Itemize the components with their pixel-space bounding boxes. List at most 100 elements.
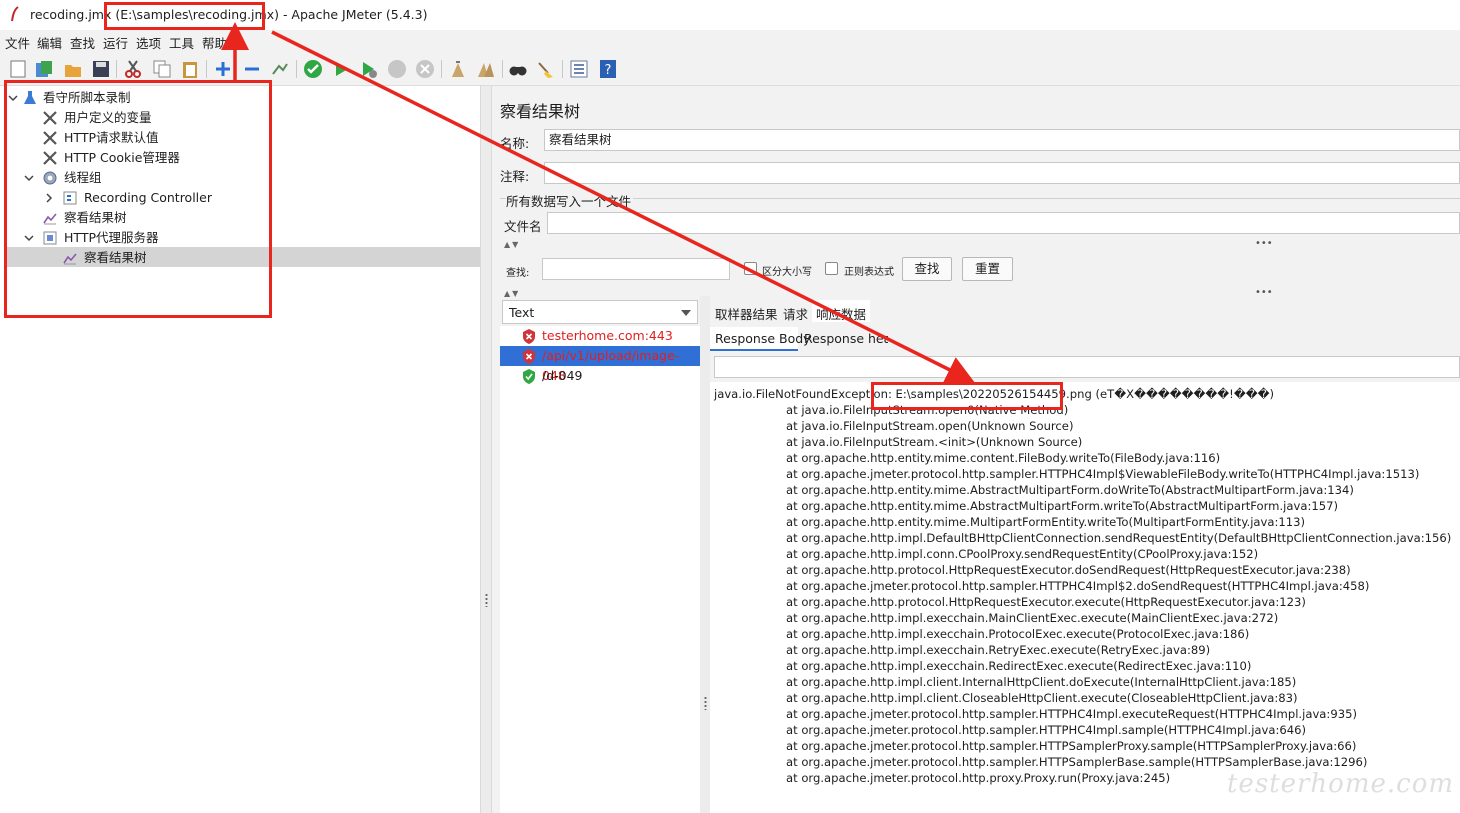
- renderer-select[interactable]: Text: [502, 300, 698, 324]
- tree-node-http-defaults[interactable]: HTTP请求默认值: [6, 128, 306, 148]
- view-results-tree-panel: 察看结果树 名称: 察看结果树 注释: 所有数据写入一个文件 文件名 ▲▼ ••…: [492, 86, 1460, 813]
- regex-label: 正则表达式: [844, 267, 894, 278]
- main-splitter[interactable]: [480, 86, 492, 813]
- regex-checkbox[interactable]: [825, 262, 838, 275]
- reset-search-icon[interactable]: [536, 59, 556, 79]
- tree-node-view-results-tree[interactable]: 察看结果树: [6, 208, 306, 228]
- tab-response-headers[interactable]: Response headers: [804, 331, 888, 346]
- filename-input[interactable]: [547, 212, 1460, 234]
- toolbar-separator: [206, 60, 207, 78]
- menu-tools[interactable]: 工具: [169, 33, 194, 52]
- function-helper-icon[interactable]: [569, 59, 589, 79]
- tab-response-body[interactable]: Response Body: [715, 331, 811, 346]
- paste-icon[interactable]: [180, 59, 200, 79]
- result-item[interactable]: /d-049: [500, 366, 700, 386]
- drag-handle-icon[interactable]: •••: [1255, 287, 1273, 298]
- find-button[interactable]: 查找: [902, 257, 952, 281]
- stack-line: at org.apache.http.entity.mime.content.F…: [786, 451, 1221, 465]
- response-search-input[interactable]: [714, 356, 1460, 378]
- splitter-grip[interactable]: [485, 593, 488, 607]
- menu-options[interactable]: 选项: [136, 33, 161, 52]
- menu-help[interactable]: 帮助: [202, 33, 227, 52]
- chevron-right-icon[interactable]: [44, 193, 54, 203]
- menu-file[interactable]: 文件: [5, 33, 30, 52]
- save-icon[interactable]: [91, 59, 111, 79]
- collapse-arrows-icon[interactable]: ▲▼: [504, 289, 520, 298]
- exception-suffix: (eT�X��������!���): [1091, 387, 1275, 401]
- page-title: 察看结果树: [500, 102, 581, 121]
- shutdown-icon[interactable]: [415, 59, 435, 79]
- name-input[interactable]: 察看结果树: [544, 129, 1460, 151]
- collapse-icon[interactable]: [242, 59, 262, 79]
- toolbar-separator: [502, 60, 503, 78]
- splitter-grip[interactable]: [704, 696, 707, 710]
- tree-node-recording-controller[interactable]: Recording Controller: [6, 188, 306, 208]
- menu-search[interactable]: 查找: [70, 33, 95, 52]
- start-no-timers-icon[interactable]: [359, 59, 379, 79]
- toolbar-separator: [116, 60, 117, 78]
- thread-group-icon: [43, 171, 57, 185]
- help-icon[interactable]: ?: [598, 59, 618, 79]
- stack-line: at java.io.FileInputStream.<init>(Unknow…: [786, 435, 1083, 449]
- tab-response-data[interactable]: 响应数据: [816, 304, 866, 323]
- comment-input[interactable]: [544, 162, 1460, 184]
- start-no-pause-icon[interactable]: [331, 59, 351, 79]
- tree-node-user-variables[interactable]: 用户定义的变量: [6, 108, 306, 128]
- menu-edit[interactable]: 编辑: [37, 33, 62, 52]
- toolbar-separator: [441, 60, 442, 78]
- copy-icon[interactable]: [152, 59, 172, 79]
- start-icon[interactable]: [303, 59, 323, 79]
- tree-node-thread-group[interactable]: 线程组: [6, 168, 306, 188]
- collapse-arrows-icon[interactable]: ▲▼: [504, 240, 520, 249]
- tree-node-view-results-tree-selected[interactable]: 察看结果树: [6, 248, 306, 268]
- stack-line: at org.apache.jmeter.protocol.http.sampl…: [786, 755, 1368, 769]
- stack-line: at org.apache.jmeter.protocol.http.sampl…: [786, 579, 1370, 593]
- chevron-down-icon[interactable]: [8, 93, 18, 103]
- stack-line: at java.io.FileInputStream.open0(Native …: [786, 403, 1069, 417]
- tree-node-label: 用户定义的变量: [64, 110, 152, 125]
- chevron-down-icon[interactable]: [24, 173, 34, 183]
- stack-line: at org.apache.http.impl.DefaultBHttpClie…: [786, 531, 1452, 545]
- filename-label: 文件名: [504, 219, 542, 234]
- stack-line: at org.apache.jmeter.protocol.http.sampl…: [786, 723, 1307, 737]
- tree-node-http-proxy[interactable]: HTTP代理服务器: [6, 228, 306, 248]
- tree-node-test-plan[interactable]: 看守所脚本录制: [6, 88, 306, 108]
- search-icon[interactable]: [508, 59, 528, 79]
- tree-node-label: HTTP请求默认值: [64, 130, 159, 145]
- stop-icon[interactable]: [387, 59, 407, 79]
- window-title-file: recoding.jmx: [30, 7, 112, 22]
- expand-icon[interactable]: [213, 59, 233, 79]
- toolbar-separator: [296, 60, 297, 78]
- stack-line: at org.apache.jmeter.protocol.http.sampl…: [786, 707, 1357, 721]
- search-input[interactable]: [542, 258, 730, 280]
- window-title-app: - Apache JMeter (5.4.3): [282, 7, 428, 22]
- reset-button[interactable]: 重置: [962, 257, 1013, 281]
- tab-sampler-result[interactable]: 取样器结果: [715, 304, 778, 323]
- tab-response-headers-clip: Response headers: [800, 327, 888, 351]
- results-splitter[interactable]: [700, 296, 710, 813]
- open-icon[interactable]: [63, 59, 83, 79]
- result-item[interactable]: testerhome.com:443: [500, 326, 700, 346]
- cut-icon[interactable]: [123, 59, 143, 79]
- chevron-down-icon[interactable]: [24, 233, 34, 243]
- toggle-icon[interactable]: [270, 59, 290, 79]
- exception-prefix: java.io.FileNotFoundException:: [714, 387, 896, 401]
- result-item-selected[interactable]: /api/v1/upload/image-048: [500, 346, 700, 383]
- tab-request[interactable]: 请求: [783, 304, 808, 323]
- sample-results-list: testerhome.com:443 /api/v1/upload/image-…: [500, 326, 700, 813]
- error-shield-icon: [523, 329, 535, 344]
- tree-node-label: HTTP代理服务器: [64, 230, 159, 245]
- result-item-label: testerhome.com:443: [542, 328, 673, 343]
- drag-handle-icon[interactable]: •••: [1255, 238, 1273, 249]
- clear-icon[interactable]: [448, 59, 468, 79]
- menu-run[interactable]: 运行: [103, 33, 128, 52]
- toolbar-separator: [562, 60, 563, 78]
- stack-line: at org.apache.http.impl.client.InternalH…: [786, 675, 1297, 689]
- tree-node-cookie-manager[interactable]: HTTP Cookie管理器: [6, 148, 306, 168]
- new-icon[interactable]: [8, 59, 28, 79]
- templates-icon[interactable]: [34, 59, 54, 79]
- success-shield-icon: [523, 369, 535, 384]
- clear-all-icon[interactable]: [476, 59, 496, 79]
- stack-line: at org.apache.http.impl.execchain.Redire…: [786, 659, 1252, 673]
- case-sensitive-checkbox[interactable]: [744, 262, 757, 275]
